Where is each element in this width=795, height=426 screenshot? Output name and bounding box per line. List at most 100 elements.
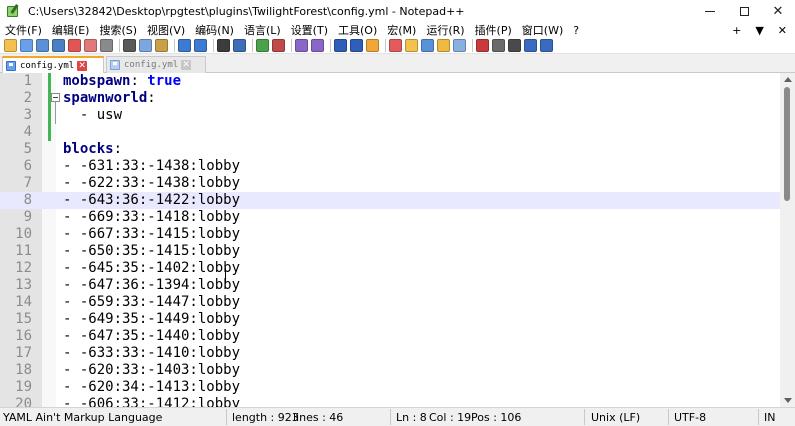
close-document-button[interactable]: ✕ bbox=[778, 24, 787, 37]
toolbar-separator bbox=[213, 39, 214, 52]
tab-close-button[interactable]: ✕ bbox=[181, 60, 192, 70]
line-text: - -659:33:-1447:lobby bbox=[63, 294, 240, 311]
toolbar-separator bbox=[291, 39, 292, 52]
line-text: - -620:33:-1403:lobby bbox=[63, 362, 240, 379]
toolbar-separator bbox=[330, 39, 331, 52]
yaml-list-item: - -669:33:-1418:lobby bbox=[63, 209, 241, 225]
code-line[interactable]: 19 - -620:34:-1413:lobby bbox=[0, 379, 780, 396]
status-bar: YAML Ain't Markup Language length : 923 … bbox=[0, 407, 795, 426]
scroll-thumb[interactable] bbox=[784, 87, 790, 201]
code-line[interactable]: 20 - -606:33:-1412:lobby bbox=[0, 396, 780, 407]
code-line[interactable]: 5 blocks: bbox=[0, 141, 780, 158]
code-line[interactable]: 7 - -622:33:-1438:lobby bbox=[0, 175, 780, 192]
tab-close-button[interactable]: ✕ bbox=[77, 60, 88, 71]
open-file-icon[interactable] bbox=[20, 39, 33, 52]
cut-icon[interactable] bbox=[123, 39, 136, 52]
code-line[interactable]: 3 - usw bbox=[0, 107, 780, 124]
code-line[interactable]: 9 - -669:33:-1418:lobby bbox=[0, 209, 780, 226]
line-number: 1 bbox=[23, 73, 32, 89]
maximize-button[interactable] bbox=[727, 0, 761, 22]
menu-tools[interactable]: 工具(O) bbox=[333, 22, 382, 38]
line-text: - -606:33:-1412:lobby bbox=[63, 396, 240, 407]
editor-area[interactable]: 1 mobspawn: true 2 spawnworld: 3 - usw 4 5 bloc… bbox=[0, 73, 795, 407]
redo-icon[interactable] bbox=[194, 39, 207, 52]
menu-search[interactable]: 搜索(S) bbox=[94, 22, 142, 38]
status-divider bbox=[584, 409, 585, 425]
yaml-key: blocks bbox=[63, 141, 114, 157]
close-icon[interactable] bbox=[68, 39, 81, 52]
doc-map-icon[interactable] bbox=[405, 39, 418, 52]
menu-encoding[interactable]: 编码(N) bbox=[190, 22, 239, 38]
menu-file[interactable]: 文件(F) bbox=[0, 22, 47, 38]
new-file-icon[interactable] bbox=[4, 39, 17, 52]
sync-horizontal-icon[interactable] bbox=[311, 39, 324, 52]
replace-icon[interactable] bbox=[233, 39, 246, 52]
code-line[interactable]: 18 - -620:33:-1403:lobby bbox=[0, 362, 780, 379]
stop-record-icon[interactable] bbox=[492, 39, 505, 52]
minimize-button[interactable] bbox=[693, 0, 727, 22]
play-macro-icon[interactable] bbox=[508, 39, 521, 52]
yaml-list-item: - -606:33:-1412:lobby bbox=[63, 396, 241, 407]
line-text: - -649:35:-1449:lobby bbox=[63, 311, 240, 328]
record-macro-icon[interactable] bbox=[476, 39, 489, 52]
undo-icon[interactable] bbox=[178, 39, 191, 52]
vertical-scrollbar[interactable] bbox=[780, 73, 795, 407]
code-line[interactable]: 15 - -649:35:-1449:lobby bbox=[0, 311, 780, 328]
save-macro-icon[interactable] bbox=[540, 39, 553, 52]
menu-language[interactable]: 语言(L) bbox=[239, 22, 286, 38]
language-icon[interactable] bbox=[389, 39, 402, 52]
save-icon[interactable] bbox=[36, 39, 49, 52]
line-text: blocks: bbox=[63, 141, 122, 158]
code-line[interactable]: 17 - -633:33:-1410:lobby bbox=[0, 345, 780, 362]
menu-plugins[interactable]: 插件(P) bbox=[470, 22, 517, 38]
monitoring-icon[interactable] bbox=[453, 39, 466, 52]
code-line[interactable]: 14 - -659:33:-1447:lobby bbox=[0, 294, 780, 311]
indent-guide-icon[interactable] bbox=[366, 39, 379, 52]
menu-settings[interactable]: 设置(T) bbox=[286, 22, 333, 38]
sync-vertical-icon[interactable] bbox=[295, 39, 308, 52]
tab-config-yml-inactive[interactable]: config.yml ✕ bbox=[106, 56, 206, 73]
menu-run[interactable]: 运行(R) bbox=[421, 22, 469, 38]
line-text: - -650:35:-1415:lobby bbox=[63, 243, 240, 260]
close-window-button[interactable]: ✕ bbox=[761, 0, 795, 22]
show-all-chars-icon[interactable] bbox=[350, 39, 363, 52]
code-line[interactable]: 2 spawnworld: bbox=[0, 90, 780, 107]
code-line[interactable]: 16 - -647:35:-1440:lobby bbox=[0, 328, 780, 345]
code-line[interactable]: 1 mobspawn: true bbox=[0, 73, 780, 90]
run-macro-multiple-icon[interactable] bbox=[524, 39, 537, 52]
scroll-down-icon[interactable] bbox=[784, 398, 792, 403]
code-line[interactable]: 10 - -667:33:-1415:lobby bbox=[0, 226, 780, 243]
zoom-in-icon[interactable] bbox=[256, 39, 269, 52]
copy-icon[interactable] bbox=[139, 39, 152, 52]
tab-config-yml-active[interactable]: config.yml ✕ bbox=[2, 56, 104, 73]
scroll-up-icon[interactable] bbox=[784, 77, 792, 82]
line-text: - -620:34:-1413:lobby bbox=[63, 379, 240, 396]
code-line[interactable]: 12 - -645:35:-1402:lobby bbox=[0, 260, 780, 277]
code-line[interactable]: 8 - -643:36:-1422:lobby bbox=[0, 192, 780, 209]
find-icon[interactable] bbox=[217, 39, 230, 52]
menu-edit[interactable]: 编辑(E) bbox=[47, 22, 95, 38]
save-all-icon[interactable] bbox=[52, 39, 65, 52]
code-line[interactable]: 11 - -650:35:-1415:lobby bbox=[0, 243, 780, 260]
folder-workspace-icon[interactable] bbox=[437, 39, 450, 52]
new-tab-button[interactable]: + bbox=[732, 24, 741, 37]
menu-window[interactable]: 窗口(W) bbox=[517, 22, 568, 38]
paste-icon[interactable] bbox=[155, 39, 168, 52]
menu-help[interactable]: ? bbox=[568, 24, 584, 37]
line-number: 15 bbox=[15, 311, 32, 327]
zoom-out-icon[interactable] bbox=[272, 39, 285, 52]
print-icon[interactable] bbox=[100, 39, 113, 52]
word-wrap-icon[interactable] bbox=[334, 39, 347, 52]
tab-list-dropdown[interactable]: ▼ bbox=[755, 24, 763, 37]
line-text: - -667:33:-1415:lobby bbox=[63, 226, 240, 243]
status-insert-mode: IN bbox=[764, 411, 776, 424]
code-line[interactable]: 13 - -647:36:-1394:lobby bbox=[0, 277, 780, 294]
close-all-icon[interactable] bbox=[84, 39, 97, 52]
function-list-icon[interactable] bbox=[421, 39, 434, 52]
yaml-separator: : bbox=[130, 73, 148, 89]
code-line[interactable]: 6 - -631:33:-1438:lobby bbox=[0, 158, 780, 175]
menu-macro[interactable]: 宏(M) bbox=[382, 22, 421, 38]
code-line[interactable]: 4 bbox=[0, 124, 780, 141]
menu-view[interactable]: 视图(V) bbox=[142, 22, 190, 38]
yaml-list-item: - -633:33:-1410:lobby bbox=[63, 345, 241, 361]
